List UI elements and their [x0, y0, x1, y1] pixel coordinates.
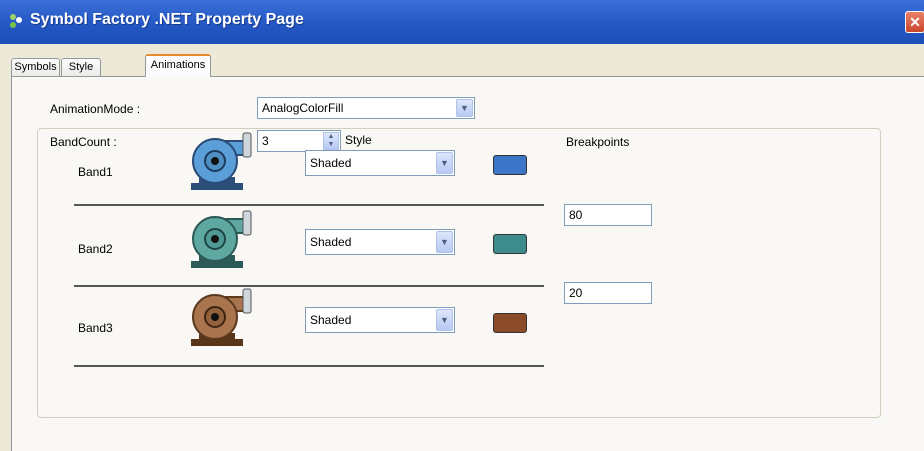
band1-label: Band1 [78, 165, 113, 179]
tab-style[interactable]: Style [61, 58, 101, 76]
close-icon: ✕ [909, 14, 921, 30]
breakpoint2-value: 20 [569, 286, 583, 300]
bands-group-box: Style Breakpoints Band1 Shaded ▼ Band2 S… [37, 128, 881, 418]
breakpoint1-input[interactable]: 80 [564, 204, 652, 226]
app-icon [10, 14, 22, 28]
property-page-window: Symbols Style Animations AnimationMode :… [0, 44, 924, 451]
animation-mode-label: AnimationMode : [50, 102, 141, 116]
band3-color-swatch[interactable] [493, 313, 527, 333]
breakpoints-column-header: Breakpoints [566, 135, 630, 149]
band2-style-dropdown[interactable]: Shaded ▼ [305, 229, 455, 255]
chevron-down-icon[interactable]: ▼ [456, 99, 473, 117]
style-column-header: Style [345, 133, 372, 147]
tab-animations[interactable]: Animations [145, 54, 211, 77]
tab-symbols[interactable]: Symbols [11, 58, 60, 76]
close-button[interactable]: ✕ [905, 11, 924, 33]
breakpoint1-value: 80 [569, 208, 583, 222]
band1-style-dropdown[interactable]: Shaded ▼ [305, 150, 455, 176]
band3-style-dropdown[interactable]: Shaded ▼ [305, 307, 455, 333]
band3-label: Band3 [78, 321, 113, 335]
window-title: Symbol Factory .NET Property Page [30, 11, 304, 28]
centrifugal-pump-icon [191, 288, 252, 346]
chevron-down-icon[interactable]: ▼ [436, 152, 453, 174]
centrifugal-pump-icon [191, 210, 252, 268]
title-bar: Symbol Factory .NET Property Page ✕ [0, 0, 924, 44]
band1-separator [74, 204, 544, 206]
chevron-down-icon[interactable]: ▼ [436, 309, 453, 331]
centrifugal-pump-icon [191, 132, 252, 190]
band3-style-value: Shaded [310, 313, 352, 327]
chevron-down-icon[interactable]: ▼ [436, 231, 453, 253]
animation-mode-value: AnalogColorFill [262, 101, 344, 115]
breakpoint2-input[interactable]: 20 [564, 282, 652, 304]
band1-style-value: Shaded [310, 156, 352, 170]
band2-label: Band2 [78, 242, 113, 256]
animation-mode-dropdown[interactable]: AnalogColorFill ▼ [257, 97, 475, 119]
band1-color-swatch[interactable] [493, 155, 527, 175]
band2-color-swatch[interactable] [493, 234, 527, 254]
band2-style-value: Shaded [310, 235, 352, 249]
band2-separator [74, 285, 544, 287]
band3-separator [74, 365, 544, 367]
